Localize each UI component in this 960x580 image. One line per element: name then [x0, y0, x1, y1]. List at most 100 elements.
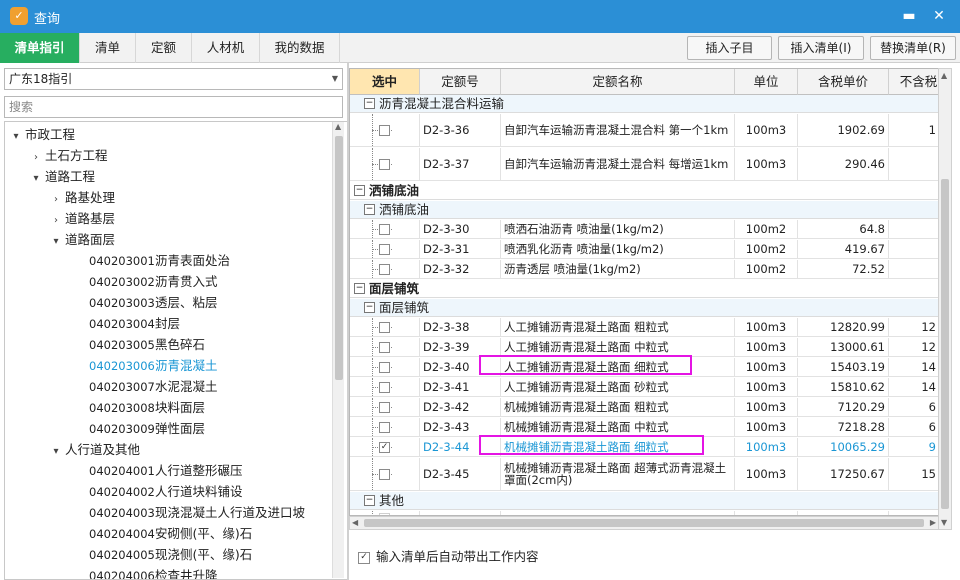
select-cell[interactable]: [350, 418, 420, 436]
col-header-code[interactable]: 定额号: [420, 69, 501, 95]
col-header-unit[interactable]: 单位: [735, 69, 798, 95]
group-row[interactable]: − 洒铺底油: [350, 201, 938, 219]
tree-node[interactable]: 040203003透层、粘层: [67, 293, 218, 313]
select-cell[interactable]: [350, 318, 420, 336]
row-checkbox[interactable]: [379, 361, 390, 373]
quota-row[interactable]: ✓ D2-3-44 机械摊铺沥青混凝土路面 细粒式 100m3 10065.29 9: [350, 438, 938, 457]
auto-bring-checkbox[interactable]: ✓: [358, 551, 370, 564]
tree-node[interactable]: 040204006检查井升降: [67, 566, 218, 579]
tree-node[interactable]: 040204001人行道整形碾压: [67, 461, 243, 481]
row-checkbox[interactable]: [379, 381, 390, 393]
grid-vertical-scrollbar[interactable]: ▲ ▼: [938, 68, 952, 530]
tree-node[interactable]: › 路基处理: [47, 188, 115, 208]
collapse-toggle-icon[interactable]: −: [364, 204, 375, 215]
tab-labor-material-machine[interactable]: 人材机: [192, 33, 260, 63]
row-checkbox[interactable]: [379, 321, 390, 333]
row-checkbox[interactable]: [379, 421, 390, 433]
col-header-taxed-price[interactable]: 含税单价: [798, 69, 889, 95]
select-cell[interactable]: [350, 240, 420, 258]
tree-node[interactable]: 040204005现浇侧(平、缘)石: [67, 545, 252, 565]
tree-node[interactable]: 040203004封层: [67, 314, 180, 334]
row-checkbox[interactable]: [379, 223, 390, 235]
collapse-toggle-icon[interactable]: −: [364, 302, 375, 313]
select-cell[interactable]: [350, 220, 420, 238]
collapse-toggle-icon[interactable]: −: [364, 495, 375, 506]
tree-node[interactable]: ▾ 市政工程: [7, 125, 75, 145]
tree-node[interactable]: ▾ 人行道及其他: [47, 440, 140, 460]
row-checkbox[interactable]: ✓: [379, 441, 390, 453]
select-cell[interactable]: [350, 148, 420, 180]
quota-row[interactable]: D2-3-45 机械摊铺沥青混凝土路面 超薄式沥青混凝土罩面(2cm内) 100m3…: [350, 458, 938, 491]
quota-row[interactable]: D2-3-43 机械摊铺沥青混凝土路面 中粒式 100m3 7218.28 6: [350, 418, 938, 437]
tree-node[interactable]: 040203008块料面层: [67, 398, 205, 418]
scroll-up-icon[interactable]: ▲: [941, 71, 947, 80]
collapse-toggle-icon[interactable]: −: [354, 185, 365, 196]
quota-row[interactable]: D2-3-30 喷洒石油沥青 喷油量(1kg/m2) 100m2 64.8: [350, 220, 938, 239]
collapse-arrow-icon[interactable]: ›: [47, 211, 65, 231]
tree-node[interactable]: › 土石方工程: [27, 146, 108, 166]
guide-library-dropdown[interactable]: 广东18指引 ▼: [4, 68, 343, 90]
select-cell[interactable]: [350, 114, 420, 146]
row-checkbox[interactable]: [379, 401, 390, 413]
minimize-button[interactable]: ▬: [898, 6, 920, 26]
replace-list-button[interactable]: 替换清单(R): [870, 36, 956, 60]
tree-scrollbar[interactable]: ▲: [332, 122, 344, 578]
grid-horizontal-scrollbar[interactable]: ◀ ▶: [349, 516, 939, 530]
scroll-left-icon[interactable]: ◀: [352, 518, 358, 527]
quota-row[interactable]: D2-3-42 机械摊铺沥青混凝土路面 粗粒式 100m3 7120.29 6: [350, 398, 938, 417]
select-cell[interactable]: [350, 398, 420, 416]
tab-list[interactable]: 清单: [80, 33, 136, 63]
quota-row[interactable]: D2-3-31 喷洒乳化沥青 喷油量(1kg/m2) 100m2 419.67: [350, 240, 938, 259]
select-cell[interactable]: [350, 260, 420, 278]
group-row[interactable]: − 洒铺底油: [350, 182, 938, 200]
scroll-down-icon[interactable]: ▼: [941, 518, 947, 527]
group-row[interactable]: − 面层铺筑: [350, 299, 938, 317]
tree-node[interactable]: 040203009弹性面层: [67, 419, 205, 439]
tree-scroll-thumb[interactable]: [335, 136, 343, 380]
quota-row[interactable]: D2-3-32 沥青透层 喷油量(1kg/m2) 100m2 72.52: [350, 260, 938, 279]
quota-row[interactable]: D2-3-38 人工摊铺沥青混凝土路面 粗粒式 100m3 12820.99 12: [350, 318, 938, 337]
tree-node[interactable]: 040203006沥青混凝土: [67, 356, 218, 376]
tree-node[interactable]: › 道路基层: [47, 209, 115, 229]
quota-row[interactable]: D2-3-39 人工摊铺沥青混凝土路面 中粒式 100m3 13000.61 12: [350, 338, 938, 357]
collapse-arrow-icon[interactable]: ›: [27, 148, 45, 168]
tab-my-data[interactable]: 我的数据: [260, 33, 340, 63]
row-checkbox[interactable]: [379, 341, 390, 353]
col-header-select[interactable]: 选中: [350, 69, 420, 95]
quota-row[interactable]: D2-3-36 自卸汽车运输沥青混凝土混合料 第一个1km 100m3 1902.69…: [350, 114, 938, 147]
tab-quota[interactable]: 定额: [136, 33, 192, 63]
tree-node[interactable]: 040203007水泥混凝土: [67, 377, 218, 397]
auto-bring-option[interactable]: ✓ 输入清单后自动带出工作内容: [358, 549, 539, 565]
select-cell[interactable]: [350, 358, 420, 376]
tree-node[interactable]: 040203005黑色碎石: [67, 335, 205, 355]
tree-node[interactable]: 040203002沥青贯入式: [67, 272, 218, 292]
group-row[interactable]: − 沥青混凝土混合料运输: [350, 95, 938, 113]
collapse-toggle-icon[interactable]: −: [364, 98, 375, 109]
row-checkbox[interactable]: [379, 263, 390, 275]
scroll-right-icon[interactable]: ▶: [930, 518, 936, 527]
group-row[interactable]: − 其他: [350, 492, 938, 510]
col-header-untaxed-price[interactable]: 不含税: [889, 69, 938, 95]
insert-child-button[interactable]: 插入子目: [687, 36, 772, 60]
quota-row[interactable]: D2-3-41 人工摊铺沥青混凝土路面 砂粒式 100m3 15810.62 14: [350, 378, 938, 397]
row-checkbox[interactable]: [379, 124, 390, 136]
row-checkbox[interactable]: [379, 158, 390, 170]
collapse-toggle-icon[interactable]: −: [354, 283, 365, 294]
expand-arrow-icon[interactable]: ▾: [7, 127, 25, 147]
tree-node[interactable]: 040204002人行道块料铺设: [67, 482, 243, 502]
grid-vscroll-thumb[interactable]: [941, 179, 949, 509]
quota-row[interactable]: D2-3-40 人工摊铺沥青混凝土路面 细粒式 100m3 15403.19 14: [350, 358, 938, 377]
grid-hscroll-thumb[interactable]: [364, 519, 924, 527]
close-button[interactable]: ✕: [928, 6, 950, 26]
row-checkbox[interactable]: [379, 243, 390, 255]
col-header-name[interactable]: 定额名称: [501, 69, 735, 95]
quota-row[interactable]: D2-3-37 自卸汽车运输沥青混凝土混合料 每增运1km 100m3 290.46: [350, 148, 938, 181]
select-cell[interactable]: [350, 378, 420, 396]
tab-list-guide[interactable]: 清单指引: [0, 33, 80, 63]
search-input[interactable]: [4, 96, 343, 118]
select-cell[interactable]: [350, 458, 420, 490]
insert-list-button[interactable]: 插入清单(I): [778, 36, 864, 60]
collapse-arrow-icon[interactable]: ›: [47, 190, 65, 210]
row-checkbox[interactable]: [379, 468, 390, 480]
tree-node[interactable]: ▾ 道路工程: [27, 167, 95, 187]
